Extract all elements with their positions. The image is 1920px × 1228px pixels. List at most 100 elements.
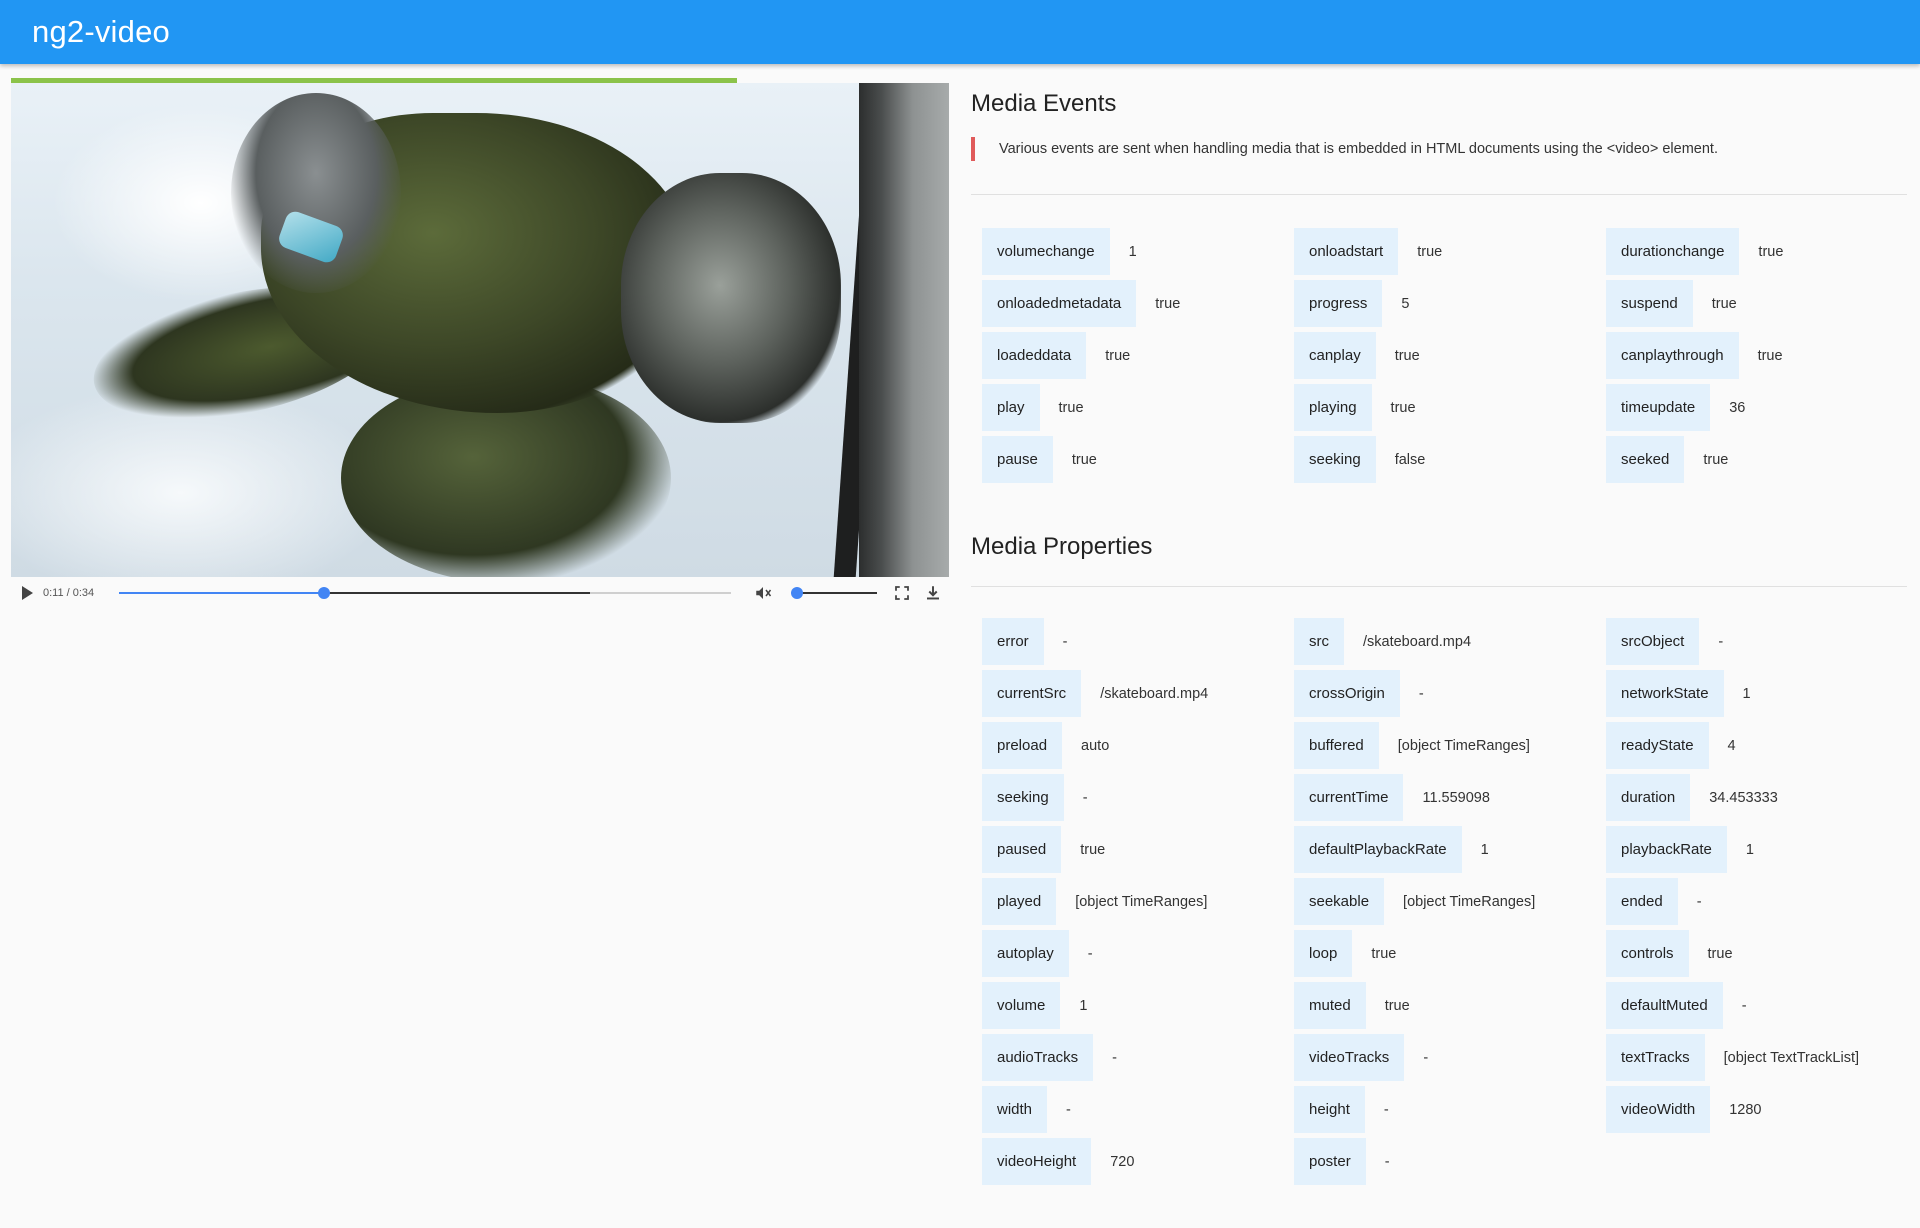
item-value: true — [1703, 451, 1729, 468]
item-key: played — [982, 878, 1057, 925]
item-value: true — [1155, 295, 1181, 312]
item-value: 5 — [1401, 295, 1410, 312]
event-item: onloadstart true — [1294, 228, 1442, 275]
item-key: audioTracks — [982, 1034, 1094, 1081]
item-key: seeking — [982, 774, 1064, 821]
volume-slider[interactable] — [791, 587, 877, 599]
item-key: readyState — [1606, 722, 1709, 769]
volume-handle[interactable] — [791, 587, 803, 599]
play-icon[interactable] — [22, 586, 33, 600]
item-value: - — [1696, 893, 1702, 910]
item-key: defaultPlaybackRate — [1294, 826, 1462, 873]
property-item: buffered [object TimeRanges] — [1294, 722, 1530, 769]
item-value: true — [1371, 945, 1397, 962]
property-item: audioTracks - — [982, 1034, 1117, 1081]
divider — [971, 194, 1907, 195]
event-item: durationchange true — [1606, 228, 1783, 275]
item-key: height — [1294, 1086, 1365, 1133]
item-key: playbackRate — [1606, 826, 1727, 873]
property-item: controls true — [1606, 930, 1733, 977]
item-value: - — [1423, 1049, 1429, 1066]
item-key: progress — [1294, 280, 1383, 327]
item-key: seeking — [1294, 436, 1376, 483]
item-key: loop — [1294, 930, 1353, 977]
video-robot-hand — [621, 173, 841, 423]
seek-progress — [119, 592, 325, 594]
item-value: true — [1711, 295, 1737, 312]
item-value: [object TimeRanges] — [1403, 893, 1536, 910]
item-key: preload — [982, 722, 1063, 769]
video-robot-hood — [231, 93, 401, 293]
item-key: networkState — [1606, 670, 1724, 717]
event-item: progress 5 — [1294, 280, 1409, 327]
item-value: [object TimeRanges] — [1397, 737, 1530, 754]
item-key: volume — [982, 982, 1061, 1029]
property-item: volume 1 — [982, 982, 1087, 1029]
seek-handle[interactable] — [318, 587, 331, 599]
property-item: currentTime 11.559098 — [1294, 774, 1490, 821]
item-value: 1 — [1745, 841, 1754, 858]
fullscreen-icon[interactable] — [893, 584, 911, 602]
divider — [971, 586, 1907, 587]
property-item: autoplay - — [982, 930, 1093, 977]
property-item: error - — [982, 618, 1068, 665]
item-value: /skateboard.mp4 — [1100, 685, 1209, 702]
event-item: canplaythrough true — [1606, 332, 1783, 379]
item-value: - — [1087, 945, 1093, 962]
item-value: 1 — [1480, 841, 1489, 858]
video-player: 0:11 / 0:34 — [11, 78, 949, 609]
item-value: 1280 — [1729, 1101, 1762, 1118]
property-item: videoTracks - — [1294, 1034, 1428, 1081]
item-key: poster — [1294, 1138, 1366, 1185]
volume-off-icon[interactable] — [752, 584, 774, 602]
item-value: true — [1394, 347, 1420, 364]
item-key: playing — [1294, 384, 1372, 431]
event-item: loadeddata true — [982, 332, 1130, 379]
item-value: 1 — [1079, 997, 1088, 1014]
item-key: src — [1294, 618, 1344, 665]
property-item: defaultPlaybackRate 1 — [1294, 826, 1489, 873]
item-value: - — [1383, 1101, 1389, 1118]
property-item: defaultMuted - — [1606, 982, 1747, 1029]
event-item: volumechange 1 — [982, 228, 1137, 275]
item-key: canplay — [1294, 332, 1376, 379]
item-key: onloadstart — [1294, 228, 1399, 275]
item-key: controls — [1606, 930, 1689, 977]
item-key: currentTime — [1294, 774, 1404, 821]
property-item: paused true — [982, 826, 1105, 873]
video-wall — [859, 83, 949, 577]
seek-slider[interactable] — [119, 587, 731, 599]
property-item: poster - — [1294, 1138, 1390, 1185]
item-key: timeupdate — [1606, 384, 1711, 431]
property-item: seekable [object TimeRanges] — [1294, 878, 1535, 925]
video-frame[interactable] — [11, 83, 949, 577]
download-icon[interactable] — [924, 583, 942, 603]
property-item: duration 34.453333 — [1606, 774, 1778, 821]
item-value: 1 — [1742, 685, 1751, 702]
property-item: height - — [1294, 1086, 1389, 1133]
item-value: - — [1384, 1153, 1390, 1170]
property-item: networkState 1 — [1606, 670, 1751, 717]
property-item: readyState 4 — [1606, 722, 1736, 769]
event-item: canplay true — [1294, 332, 1420, 379]
property-item: width - — [982, 1086, 1071, 1133]
item-value: 11.559098 — [1422, 789, 1490, 806]
event-item: seeked true — [1606, 436, 1728, 483]
property-item: crossOrigin - — [1294, 670, 1424, 717]
item-value: 720 — [1110, 1153, 1135, 1170]
item-key: seekable — [1294, 878, 1385, 925]
app-title: ng2-video — [32, 14, 170, 49]
event-item: onloadedmetadata true — [982, 280, 1180, 327]
item-value: [object TimeRanges] — [1075, 893, 1208, 910]
item-key: autoplay — [982, 930, 1069, 977]
property-item: muted true — [1294, 982, 1410, 1029]
item-key: textTracks — [1606, 1034, 1705, 1081]
property-item: src/skateboard.mp4 — [1294, 618, 1471, 665]
item-value: 4 — [1727, 737, 1736, 754]
property-item: videoWidth 1280 — [1606, 1086, 1761, 1133]
item-key: pause — [982, 436, 1053, 483]
event-item: play true — [982, 384, 1084, 431]
item-key: canplaythrough — [1606, 332, 1739, 379]
item-value: true — [1384, 997, 1410, 1014]
item-key: videoHeight — [982, 1138, 1092, 1185]
